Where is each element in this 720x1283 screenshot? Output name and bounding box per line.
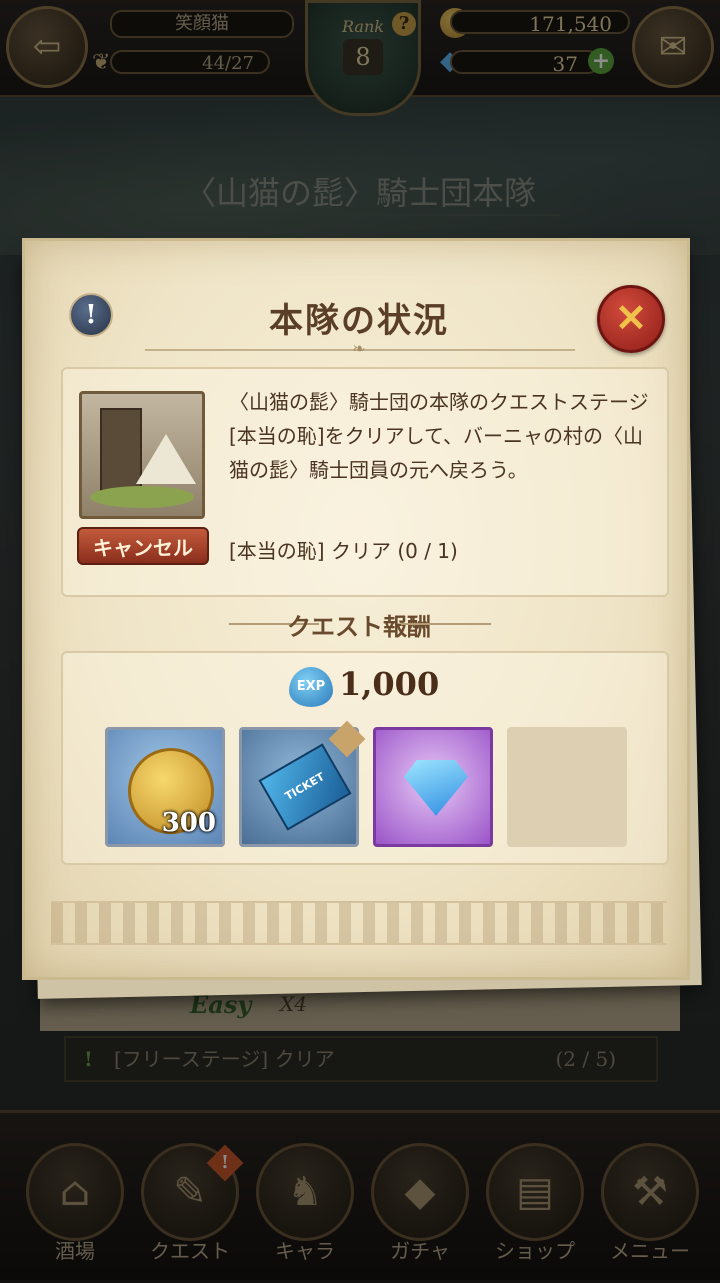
parchment-bottom-ornament [51, 901, 667, 945]
reward-box: EXP 1,000 300 TICKET [61, 651, 669, 865]
reward-item-coin[interactable]: 300 [105, 727, 225, 847]
exp-heart-icon: EXP [289, 667, 333, 707]
cancel-button[interactable]: キャンセル [77, 527, 209, 565]
reward-header: クエスト報酬 [287, 613, 431, 641]
quest-status-dialog: ! 本隊の状況 ❧ ✕ キャンセル 〈山猫の髭〉騎士団の本隊のクエストステージ[… [22, 238, 702, 999]
parchment-panel: ! 本隊の状況 ❧ ✕ キャンセル 〈山猫の髭〉騎士団の本隊のクエストステージ[… [22, 238, 690, 980]
reward-header-line-right [401, 623, 491, 625]
quest-description: 〈山猫の髭〉騎士団の本隊のクエストステージ[本当の恥]をクリアして、バーニャの村… [229, 390, 649, 482]
exp-value: 1,000 [339, 665, 440, 703]
reward-item-gem[interactable] [373, 727, 493, 847]
dialog-title: 本隊の状況 [269, 301, 449, 341]
ticket-icon: TICKET [258, 743, 352, 831]
grass-graphic [90, 486, 194, 508]
ornament-icon: ❧ [352, 339, 366, 358]
quest-camp-image [79, 391, 205, 519]
quest-condition: [本当の恥] クリア (0 / 1) [229, 539, 458, 563]
reward-quantity: 300 [161, 808, 216, 838]
diamond-icon [404, 760, 468, 816]
reward-slot-empty [507, 727, 627, 847]
tent-graphic [136, 434, 196, 484]
ticket-corner-badge [328, 720, 366, 758]
reward-item-ticket[interactable]: TICKET [239, 720, 366, 847]
close-button[interactable]: ✕ [597, 285, 665, 353]
quest-info-box: キャンセル 〈山猫の髭〉騎士団の本隊のクエストステージ[本当の恥]をクリアして、… [61, 367, 669, 597]
